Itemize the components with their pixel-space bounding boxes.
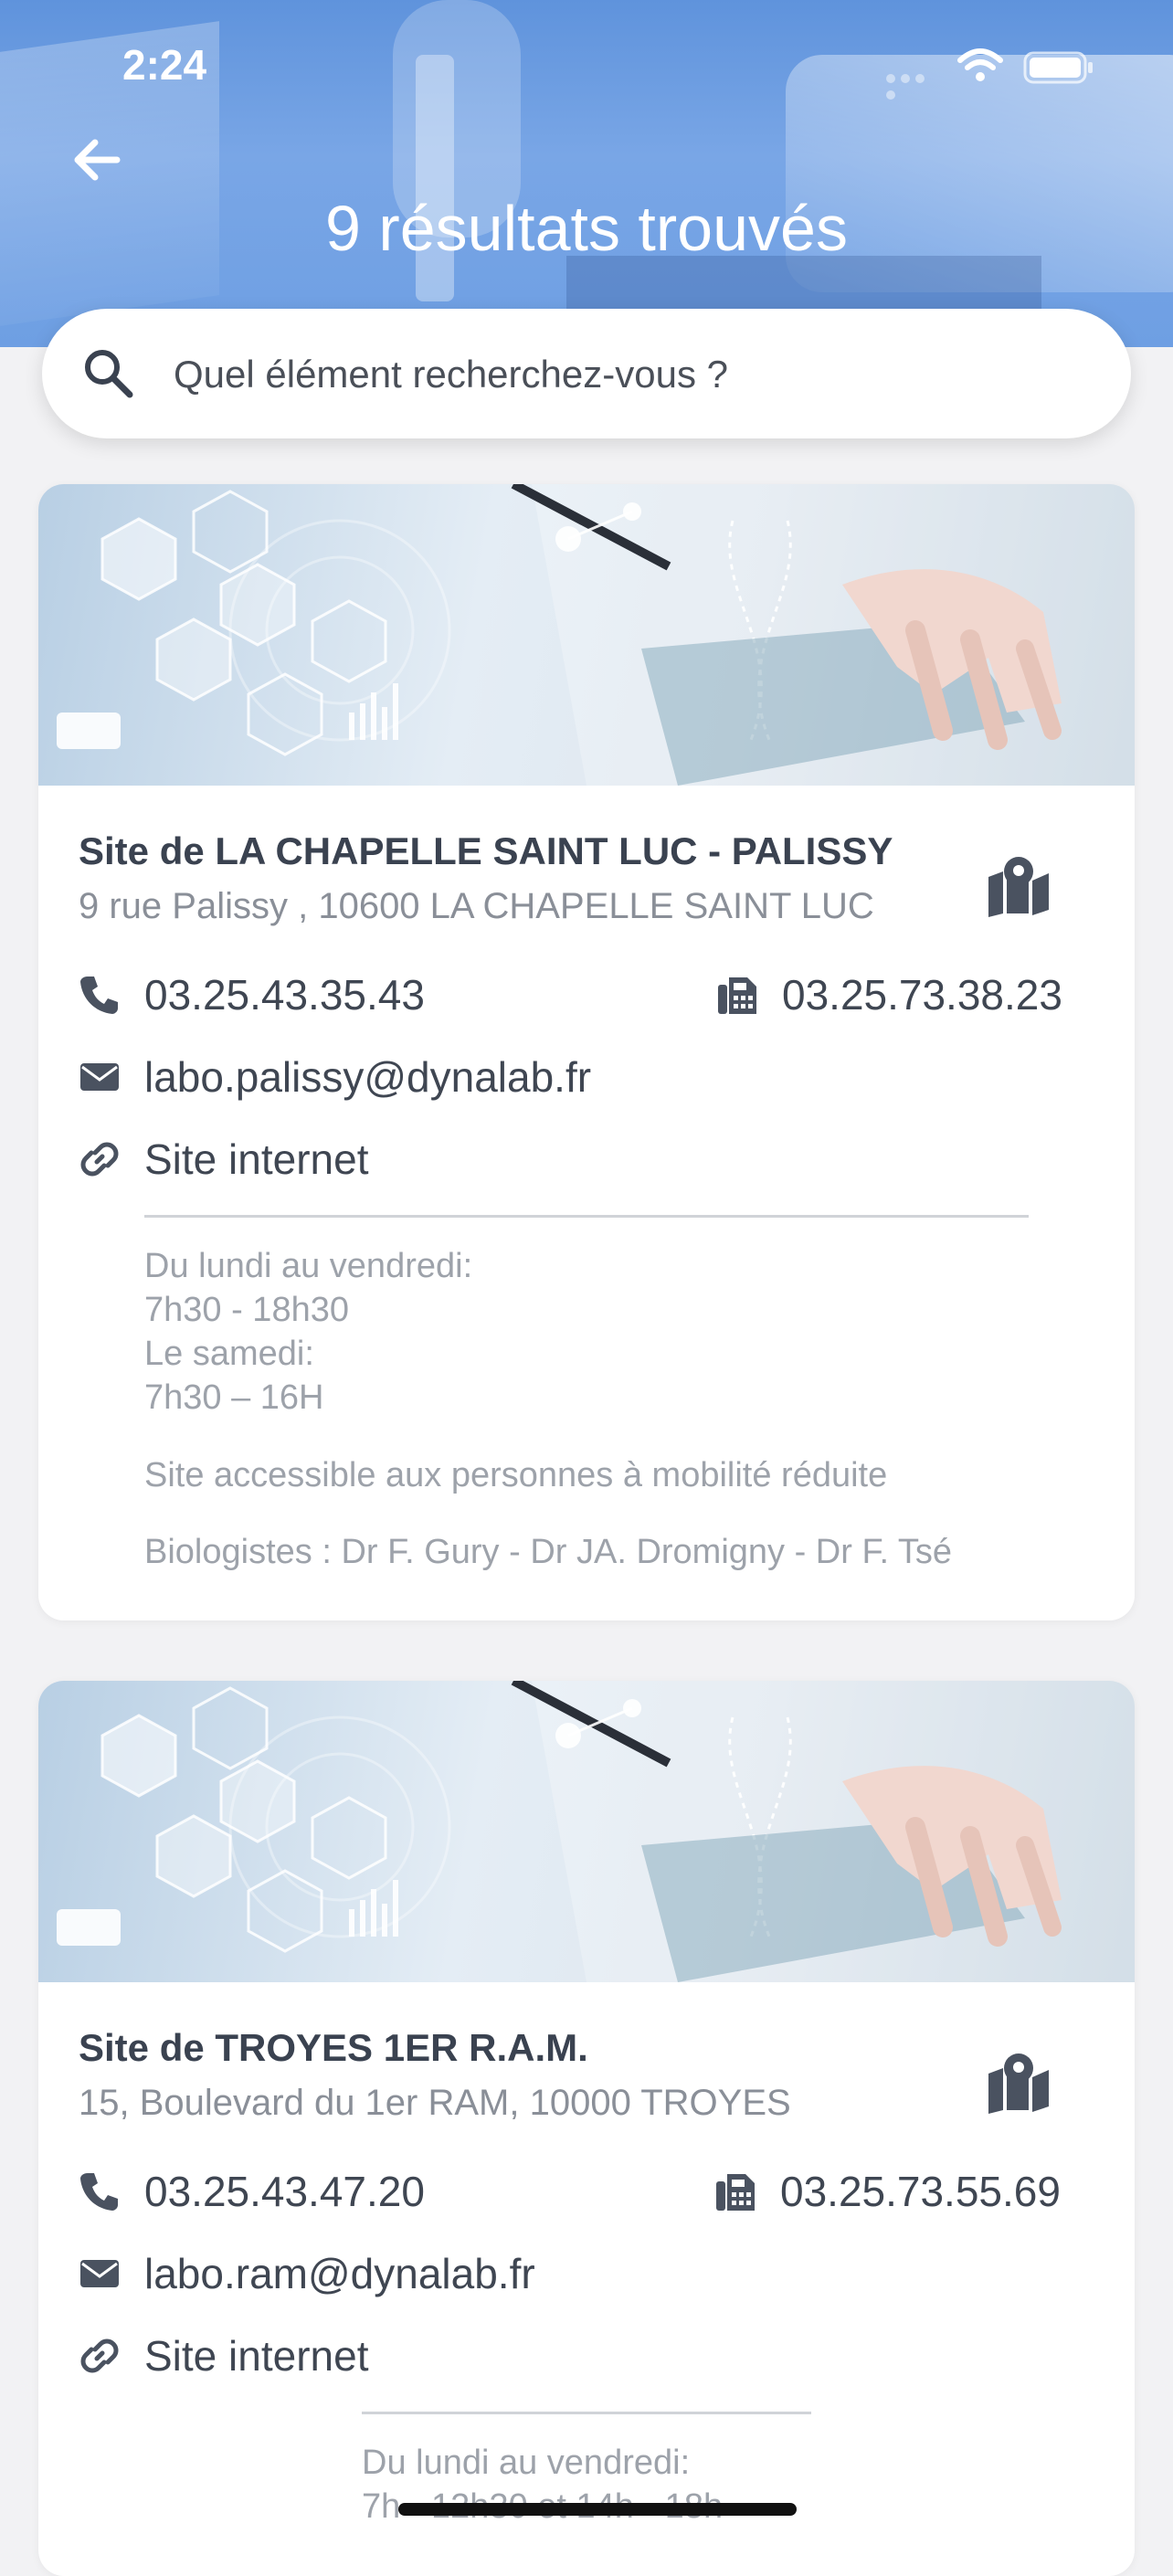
email-address[interactable]: labo.palissy@dynalab.fr — [144, 1052, 591, 1102]
hours-line: 7h30 - 18h30 — [144, 1291, 349, 1329]
biologists-note: Biologistes : Dr F. Gury - Dr JA. Dromig… — [144, 1533, 953, 1571]
divider — [362, 2412, 811, 2414]
opening-hours: Du lundi au vendredi: 7h30 - 18h30 Le sa… — [144, 1244, 472, 1420]
site-name: Site de LA CHAPELLE SAINT LUC - PALISSY — [79, 829, 893, 872]
map-pin-icon[interactable] — [985, 2050, 1052, 2114]
wifi-icon — [957, 48, 1003, 81]
arrow-left-icon[interactable] — [66, 128, 130, 192]
search-icon — [85, 350, 133, 398]
page-title: 9 résultats trouvés — [325, 193, 848, 264]
search-input[interactable] — [172, 336, 1089, 413]
map-pin-icon[interactable] — [985, 853, 1052, 917]
result-card[interactable]: Site de LA CHAPELLE SAINT LUC - PALISSY … — [38, 484, 1135, 1621]
hours-line: Le samedi: — [144, 1335, 314, 1373]
phone-number[interactable]: 03.25.43.35.43 — [144, 970, 425, 1019]
lab-banner-image — [38, 484, 1135, 786]
battery-icon — [1023, 51, 1093, 84]
site-name: Site de TROYES 1ER R.A.M. — [79, 2026, 588, 2069]
search-bar[interactable] — [42, 309, 1131, 438]
home-indicator[interactable] — [398, 2503, 797, 2516]
fax-icon — [718, 977, 756, 1014]
hours-line: Du lundi au vendredi: — [144, 1247, 473, 1285]
phone-icon — [80, 977, 118, 1014]
envelope-icon — [80, 2260, 119, 2287]
phone-number[interactable]: 03.25.43.47.20 — [144, 2167, 425, 2216]
status-time: 2:24 — [122, 41, 207, 89]
fax-number: 03.25.73.38.23 — [782, 971, 1062, 1019]
website-link[interactable]: Site internet — [144, 2331, 368, 2381]
lab-banner-image — [38, 1681, 1135, 1982]
hours-line: 7h30 – 16H — [144, 1378, 324, 1417]
accessibility-note: Site accessible aux personnes à mobilité… — [144, 1456, 888, 1494]
site-address: 15, Boulevard du 1er RAM, 10000 TROYES — [79, 2083, 791, 2123]
divider — [144, 1215, 1029, 1218]
link-icon — [80, 1142, 119, 1177]
link-icon — [80, 2338, 119, 2373]
fax-number: 03.25.73.55.69 — [780, 2168, 1061, 2215]
email-address[interactable]: labo.ram@dynalab.fr — [144, 2249, 535, 2298]
hours-line: Du lundi au vendredi: — [362, 2444, 691, 2482]
result-card[interactable]: Site de TROYES 1ER R.A.M. 15, Boulevard … — [38, 1681, 1135, 2576]
phone-icon — [80, 2173, 118, 2211]
cellular-signal-icon — [886, 71, 943, 100]
header-banner: 2:24 9 résultats trouvés — [0, 0, 1173, 347]
fax-icon — [716, 2174, 755, 2211]
site-address: 9 rue Palissy , 10600 LA CHAPELLE SAINT … — [79, 886, 874, 926]
envelope-icon — [80, 1063, 119, 1091]
website-link[interactable]: Site internet — [144, 1135, 368, 1184]
